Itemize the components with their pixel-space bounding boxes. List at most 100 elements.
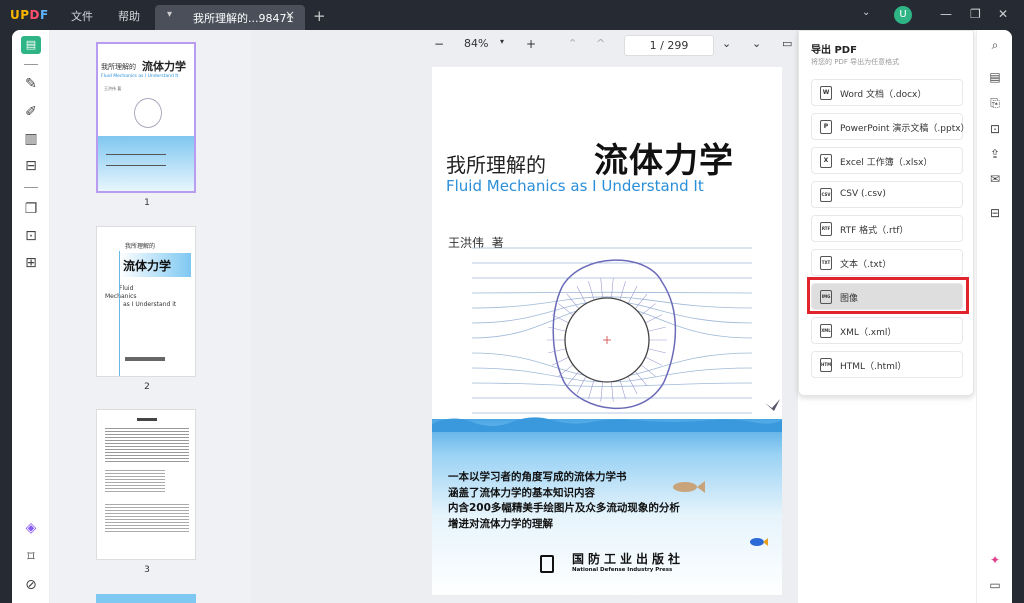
reader-mode-icon[interactable]: ▤ bbox=[21, 36, 41, 54]
close-window-icon[interactable]: ✕ bbox=[998, 7, 1008, 21]
restore-icon[interactable]: ❐ bbox=[970, 7, 981, 21]
export-title: 导出 PDF bbox=[811, 45, 857, 56]
book-subtitle: Fluid Mechanics as I Understand It bbox=[446, 177, 704, 195]
publisher-cn: 国防工业出版社 bbox=[572, 552, 685, 566]
pressure-radial bbox=[548, 326, 566, 332]
divider bbox=[24, 64, 38, 65]
export-pdf-icon[interactable]: ⎘ bbox=[987, 96, 1003, 112]
menu-help[interactable]: 帮助 bbox=[118, 8, 140, 24]
zoom-in-button[interactable]: + bbox=[526, 37, 536, 51]
export-word-button[interactable]: W Word 文档（.docx） bbox=[811, 79, 963, 106]
thumbnail-page-3[interactable] bbox=[96, 409, 196, 560]
app-logo: UPDF bbox=[10, 8, 49, 22]
comment-icon[interactable]: ✎ bbox=[21, 76, 41, 94]
form-icon[interactable]: ▥ bbox=[21, 131, 41, 149]
app-workspace: ▤ ✎ ✐ ▥ ⊟ ❐ ⊡ ⊞ ◈ ⌑ ⊘ 我所理解的 流体力学 Fluid M… bbox=[12, 30, 1012, 603]
right-tool-rail: ⌕ ▤ ⎘ ⊡ ⇪ ✉ ⊟ ✦ ▭ bbox=[976, 30, 1012, 603]
bookmark-icon[interactable]: ⌑ bbox=[21, 549, 41, 567]
pressure-radial bbox=[600, 381, 603, 402]
blurb-line-4: 增进对流体力学的理解 bbox=[448, 517, 553, 530]
thumb2-rule bbox=[119, 251, 120, 376]
avatar[interactable]: U bbox=[894, 6, 912, 24]
pressure-radial bbox=[627, 376, 638, 394]
pressure-radial bbox=[558, 364, 574, 377]
comment-list-icon[interactable]: ▭ bbox=[782, 37, 792, 50]
export-text-button[interactable]: TXT 文本（.txt） bbox=[811, 249, 963, 276]
current-page-input[interactable]: 1 bbox=[650, 39, 657, 52]
zoom-out-button[interactable]: − bbox=[434, 37, 444, 51]
thumbnail-page-1[interactable]: 我所理解的 流体力学 Fluid Mechanics as I Understa… bbox=[96, 42, 196, 193]
pressure-radial bbox=[600, 278, 603, 299]
thumb2-en-1: Fluid bbox=[119, 285, 134, 292]
zoom-level[interactable]: 84% bbox=[464, 37, 488, 50]
zoom-dropdown-icon[interactable]: ▾ bbox=[500, 37, 504, 46]
pressure-radial bbox=[576, 376, 587, 394]
export-html-button[interactable]: HTM HTML（.html） bbox=[811, 351, 963, 378]
export-xml-button[interactable]: XML XML（.xml） bbox=[811, 317, 963, 344]
chat-icon[interactable]: ▭ bbox=[987, 578, 1003, 594]
organize-icon[interactable]: ⊟ bbox=[21, 158, 41, 176]
thumb2-en-3: as I Understand it bbox=[123, 301, 177, 308]
export-subtitle: 将您的 PDF 导出为任意格式 bbox=[811, 58, 900, 66]
fish-icon bbox=[673, 481, 705, 493]
thumb3-heading bbox=[137, 418, 157, 421]
page-number-box[interactable]: 1 / 299 bbox=[624, 35, 714, 56]
page-tools-icon[interactable]: ❐ bbox=[21, 201, 41, 219]
highlight-image-option bbox=[807, 277, 969, 314]
email-icon[interactable]: ✉ bbox=[987, 172, 1003, 188]
export-text-label: 文本（.txt） bbox=[840, 260, 892, 270]
crop-icon[interactable]: ⊡ bbox=[21, 228, 41, 246]
ocr-icon[interactable]: ▤ bbox=[987, 70, 1003, 86]
edit-pdf-icon[interactable]: ✐ bbox=[21, 104, 41, 122]
minimize-icon[interactable]: — bbox=[940, 7, 952, 21]
layers-icon[interactable]: ◈ bbox=[21, 520, 41, 538]
thumb3-copyright-block bbox=[105, 502, 189, 532]
thumbnail-page-2[interactable]: 我所理解的 流体力学 Fluid Mechanics as I Understa… bbox=[96, 226, 196, 377]
thumbnail-panel: 我所理解的 流体力学 Fluid Mechanics as I Understa… bbox=[50, 30, 250, 603]
document-viewer: − 84% ▾ + ⌃ ^ 1 / 299 ⌄ ⌄ ▭ 我所理解的 流体力学 F… bbox=[250, 30, 798, 603]
first-page-icon[interactable]: ⌃ bbox=[568, 37, 577, 50]
pressure-radial bbox=[588, 379, 595, 400]
pressure-radial bbox=[576, 286, 587, 304]
title-bar: UPDF 文件 帮助 ▾ 我所理解的...98471 × + ⌄ U — ❐ ✕ bbox=[0, 0, 1024, 30]
tab-close-icon[interactable]: × bbox=[285, 8, 295, 22]
pressure-radial bbox=[558, 303, 574, 316]
ocr-icon[interactable]: ⊞ bbox=[21, 255, 41, 273]
new-tab-icon[interactable]: + bbox=[313, 7, 326, 25]
pressure-radial bbox=[648, 348, 666, 354]
thumb3-cip-block bbox=[105, 468, 165, 492]
chevron-down-icon[interactable]: ⌄ bbox=[862, 7, 870, 18]
book-title-big: 流体力学 bbox=[594, 141, 734, 181]
protect-icon[interactable]: ⊡ bbox=[987, 122, 1003, 138]
pressure-radial bbox=[611, 381, 614, 402]
publisher-en: National Defense Industry Press bbox=[572, 567, 673, 573]
text-file-icon: TXT bbox=[820, 256, 832, 270]
last-page-icon[interactable]: ⌄ bbox=[752, 37, 761, 50]
export-excel-button[interactable]: X Excel 工作簿（.xlsx） bbox=[811, 147, 963, 174]
tab-dropdown-icon[interactable]: ▾ bbox=[167, 9, 172, 20]
word-icon: W bbox=[820, 86, 832, 100]
thumb2-publisher bbox=[125, 357, 165, 361]
export-rtf-label: RTF 格式（.rtf） bbox=[840, 226, 909, 236]
attachment-icon[interactable]: ⊘ bbox=[21, 577, 41, 595]
save-icon[interactable]: ⊟ bbox=[987, 206, 1003, 222]
export-html-label: HTML（.html） bbox=[840, 362, 907, 372]
xml-icon: XML bbox=[820, 324, 832, 338]
export-rtf-button[interactable]: RTF RTF 格式（.rtf） bbox=[811, 215, 963, 242]
document-tab[interactable]: ▾ 我所理解的...98471 × bbox=[155, 5, 305, 30]
pressure-radial bbox=[611, 278, 614, 299]
thumbnail-page-4-partial[interactable] bbox=[96, 594, 196, 603]
menu-file[interactable]: 文件 bbox=[71, 8, 93, 24]
export-excel-label: Excel 工作簿（.xlsx） bbox=[840, 158, 933, 168]
export-powerpoint-button[interactable]: P PowerPoint 演示文稿（.pptx） bbox=[811, 113, 970, 140]
pressure-radial bbox=[552, 314, 569, 324]
thumb1-title-big: 流体力学 bbox=[142, 60, 186, 73]
ai-assistant-icon[interactable]: ✦ bbox=[987, 553, 1003, 569]
share-icon[interactable]: ⇪ bbox=[987, 147, 1003, 163]
export-csv-button[interactable]: CSV CSV (.csv) bbox=[811, 181, 963, 208]
search-icon[interactable]: ⌕ bbox=[987, 38, 1003, 54]
export-csv-label: CSV (.csv) bbox=[840, 189, 886, 199]
next-page-icon[interactable]: ⌄ bbox=[722, 37, 731, 50]
book-title-small: 我所理解的 bbox=[446, 153, 546, 177]
prev-page-icon[interactable]: ^ bbox=[596, 37, 605, 50]
